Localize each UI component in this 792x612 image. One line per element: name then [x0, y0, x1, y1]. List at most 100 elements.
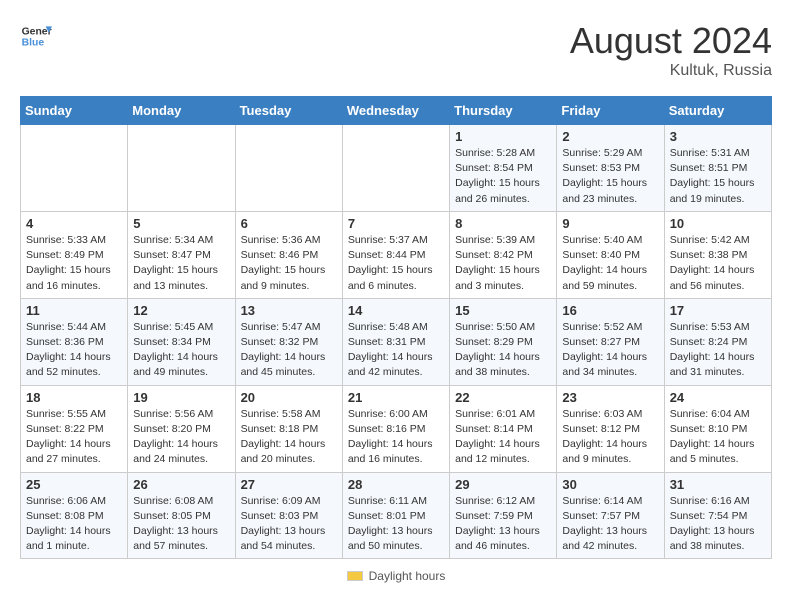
day-info: Sunrise: 6:04 AM Sunset: 8:10 PM Dayligh…	[670, 407, 766, 468]
day-cell: 7 Sunrise: 5:37 AM Sunset: 8:44 PM Daylig…	[342, 211, 449, 298]
day-number: 27	[241, 477, 337, 492]
week-row-2: 4 Sunrise: 5:33 AM Sunset: 8:49 PM Daylig…	[21, 211, 772, 298]
day-info: Sunrise: 5:33 AM Sunset: 8:49 PM Dayligh…	[26, 233, 122, 294]
day-number: 15	[455, 303, 551, 318]
calendar-table: SundayMondayTuesdayWednesdayThursdayFrid…	[20, 96, 772, 559]
day-info: Sunrise: 6:08 AM Sunset: 8:05 PM Dayligh…	[133, 494, 229, 555]
day-info: Sunrise: 6:11 AM Sunset: 8:01 PM Dayligh…	[348, 494, 444, 555]
day-number: 7	[348, 216, 444, 231]
day-cell	[235, 125, 342, 212]
day-cell	[342, 125, 449, 212]
daylight-label: Daylight hours	[369, 569, 446, 583]
day-number: 29	[455, 477, 551, 492]
day-number: 14	[348, 303, 444, 318]
header-cell-tuesday: Tuesday	[235, 97, 342, 125]
day-info: Sunrise: 5:39 AM Sunset: 8:42 PM Dayligh…	[455, 233, 551, 294]
day-number: 10	[670, 216, 766, 231]
day-number: 19	[133, 390, 229, 405]
page-header: General Blue August 2024 Kultuk, Russia	[20, 20, 772, 80]
logo-icon: General Blue	[20, 20, 52, 52]
day-cell: 2 Sunrise: 5:29 AM Sunset: 8:53 PM Daylig…	[557, 125, 664, 212]
day-number: 5	[133, 216, 229, 231]
day-number: 12	[133, 303, 229, 318]
day-cell: 12Sunrise: 5:45 AM Sunset: 8:34 PM Dayli…	[128, 298, 235, 385]
day-cell: 26Sunrise: 6:08 AM Sunset: 8:05 PM Dayli…	[128, 472, 235, 559]
daylight-bar-icon	[347, 571, 363, 581]
day-cell: 1Sunrise: 5:28 AM Sunset: 8:54 PM Daylig…	[450, 125, 557, 212]
day-number: 13	[241, 303, 337, 318]
footer-note: Daylight hours	[20, 569, 772, 583]
day-number: 20	[241, 390, 337, 405]
header-cell-thursday: Thursday	[450, 97, 557, 125]
location-title: Kultuk, Russia	[570, 62, 772, 80]
day-info: Sunrise: 6:00 AM Sunset: 8:16 PM Dayligh…	[348, 407, 444, 468]
day-cell: 16 Sunrise: 5:52 AM Sunset: 8:27 PM Dayli…	[557, 298, 664, 385]
day-number: 16	[562, 303, 658, 318]
title-block: August 2024 Kultuk, Russia	[570, 20, 772, 80]
day-info: Sunrise: 5:48 AM Sunset: 8:31 PM Dayligh…	[348, 320, 444, 381]
day-cell: 18Sunrise: 5:55 AM Sunset: 8:22 PM Dayli…	[21, 385, 128, 472]
logo: General Blue	[20, 20, 52, 52]
day-number: 9	[562, 216, 658, 231]
day-info: Sunrise: 5:29 AM Sunset: 8:53 PM Dayligh…	[562, 146, 658, 207]
header-row: SundayMondayTuesdayWednesdayThursdayFrid…	[21, 97, 772, 125]
day-cell	[128, 125, 235, 212]
day-cell: 5Sunrise: 5:34 AM Sunset: 8:47 PM Daylig…	[128, 211, 235, 298]
day-cell: 14 Sunrise: 5:48 AM Sunset: 8:31 PM Dayli…	[342, 298, 449, 385]
day-cell: 27Sunrise: 6:09 AM Sunset: 8:03 PM Dayli…	[235, 472, 342, 559]
day-number: 25	[26, 477, 122, 492]
day-cell: 6Sunrise: 5:36 AM Sunset: 8:46 PM Daylig…	[235, 211, 342, 298]
day-info: Sunrise: 6:16 AM Sunset: 7:54 PM Dayligh…	[670, 494, 766, 555]
header-cell-friday: Friday	[557, 97, 664, 125]
day-number: 23	[562, 390, 658, 405]
day-info: Sunrise: 5:56 AM Sunset: 8:20 PM Dayligh…	[133, 407, 229, 468]
day-number: 17	[670, 303, 766, 318]
day-info: Sunrise: 6:01 AM Sunset: 8:14 PM Dayligh…	[455, 407, 551, 468]
week-row-1: 1Sunrise: 5:28 AM Sunset: 8:54 PM Daylig…	[21, 125, 772, 212]
week-row-5: 25 Sunrise: 6:06 AM Sunset: 8:08 PM Dayli…	[21, 472, 772, 559]
day-cell: 24 Sunrise: 6:04 AM Sunset: 8:10 PM Dayli…	[664, 385, 771, 472]
week-row-3: 11Sunrise: 5:44 AM Sunset: 8:36 PM Dayli…	[21, 298, 772, 385]
day-cell: 15Sunrise: 5:50 AM Sunset: 8:29 PM Dayli…	[450, 298, 557, 385]
day-number: 4	[26, 216, 122, 231]
day-cell: 17 Sunrise: 5:53 AM Sunset: 8:24 PM Dayli…	[664, 298, 771, 385]
day-number: 31	[670, 477, 766, 492]
day-cell: 13 Sunrise: 5:47 AM Sunset: 8:32 PM Dayli…	[235, 298, 342, 385]
day-number: 6	[241, 216, 337, 231]
day-info: Sunrise: 5:47 AM Sunset: 8:32 PM Dayligh…	[241, 320, 337, 381]
day-info: Sunrise: 5:58 AM Sunset: 8:18 PM Dayligh…	[241, 407, 337, 468]
day-info: Sunrise: 6:06 AM Sunset: 8:08 PM Dayligh…	[26, 494, 122, 555]
week-row-4: 18Sunrise: 5:55 AM Sunset: 8:22 PM Dayli…	[21, 385, 772, 472]
day-info: Sunrise: 5:53 AM Sunset: 8:24 PM Dayligh…	[670, 320, 766, 381]
day-cell: 9Sunrise: 5:40 AM Sunset: 8:40 PM Daylig…	[557, 211, 664, 298]
day-cell: 31 Sunrise: 6:16 AM Sunset: 7:54 PM Dayli…	[664, 472, 771, 559]
day-cell: 22 Sunrise: 6:01 AM Sunset: 8:14 PM Dayli…	[450, 385, 557, 472]
day-info: Sunrise: 6:14 AM Sunset: 7:57 PM Dayligh…	[562, 494, 658, 555]
day-cell: 25 Sunrise: 6:06 AM Sunset: 8:08 PM Dayli…	[21, 472, 128, 559]
day-cell: 29 Sunrise: 6:12 AM Sunset: 7:59 PM Dayli…	[450, 472, 557, 559]
svg-text:Blue: Blue	[22, 38, 45, 49]
day-cell: 11Sunrise: 5:44 AM Sunset: 8:36 PM Dayli…	[21, 298, 128, 385]
day-number: 24	[670, 390, 766, 405]
calendar-body: 1Sunrise: 5:28 AM Sunset: 8:54 PM Daylig…	[21, 125, 772, 559]
day-number: 22	[455, 390, 551, 405]
calendar-header: SundayMondayTuesdayWednesdayThursdayFrid…	[21, 97, 772, 125]
header-cell-wednesday: Wednesday	[342, 97, 449, 125]
day-number: 1	[455, 129, 551, 144]
header-cell-sunday: Sunday	[21, 97, 128, 125]
day-info: Sunrise: 5:52 AM Sunset: 8:27 PM Dayligh…	[562, 320, 658, 381]
day-cell: 8 Sunrise: 5:39 AM Sunset: 8:42 PM Daylig…	[450, 211, 557, 298]
day-number: 8	[455, 216, 551, 231]
day-number: 2	[562, 129, 658, 144]
day-cell: 30Sunrise: 6:14 AM Sunset: 7:57 PM Dayli…	[557, 472, 664, 559]
header-cell-monday: Monday	[128, 97, 235, 125]
day-info: Sunrise: 6:12 AM Sunset: 7:59 PM Dayligh…	[455, 494, 551, 555]
day-number: 3	[670, 129, 766, 144]
day-info: Sunrise: 5:37 AM Sunset: 8:44 PM Dayligh…	[348, 233, 444, 294]
day-number: 28	[348, 477, 444, 492]
day-info: Sunrise: 5:55 AM Sunset: 8:22 PM Dayligh…	[26, 407, 122, 468]
day-info: Sunrise: 5:44 AM Sunset: 8:36 PM Dayligh…	[26, 320, 122, 381]
day-info: Sunrise: 6:03 AM Sunset: 8:12 PM Dayligh…	[562, 407, 658, 468]
day-cell	[21, 125, 128, 212]
month-title: August 2024	[570, 20, 772, 62]
